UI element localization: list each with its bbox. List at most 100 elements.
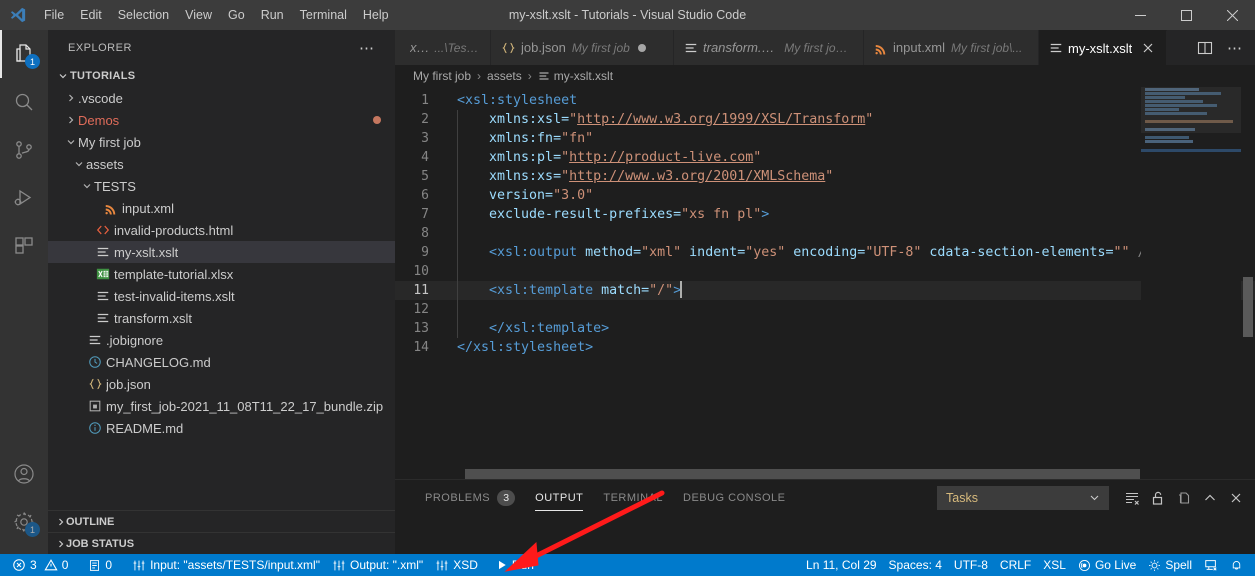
menu-help[interactable]: Help	[355, 0, 397, 30]
split-editor-icon[interactable]	[1193, 36, 1217, 60]
tree-root-header[interactable]: TUTORIALS	[48, 65, 395, 87]
editor-tab[interactable]: input.xmlMy first job\...	[864, 30, 1039, 65]
menu-selection[interactable]: Selection	[110, 0, 177, 30]
output-content[interactable]	[395, 515, 1255, 554]
close-button[interactable]	[1209, 0, 1255, 30]
status-indentation[interactable]: Spaces: 4	[883, 554, 948, 576]
editor-tab[interactable]: my-xslt.xslt	[1039, 30, 1167, 65]
status-notifications[interactable]	[1224, 554, 1249, 576]
tree-item[interactable]: my-xslt.xslt	[48, 241, 395, 263]
menu-edit[interactable]: Edit	[72, 0, 110, 30]
code-line[interactable]: 5 xmlns:xs="http://www.w3.org/2001/XMLSc…	[395, 167, 1255, 186]
clear-output-icon[interactable]	[1121, 487, 1143, 509]
breadcrumb-item-2[interactable]: my-xslt.xslt	[538, 69, 613, 83]
code-line[interactable]: 10	[395, 262, 1255, 281]
status-language-mode[interactable]: XSL	[1037, 554, 1072, 576]
tree-item[interactable]: TESTS	[48, 175, 395, 197]
code-line[interactable]: 3 xmlns:fn="fn"	[395, 129, 1255, 148]
status-encoding[interactable]: UTF-8	[948, 554, 994, 576]
output-channel-select[interactable]: Tasks	[937, 486, 1109, 510]
tree-item[interactable]: .vscode	[48, 87, 395, 109]
status-remote-window[interactable]	[1198, 554, 1224, 576]
activity-source-control[interactable]	[0, 126, 48, 174]
panel-tab-problems[interactable]: PROBLEMS 3	[415, 480, 525, 515]
tree-item[interactable]: test-invalid-items.xslt	[48, 285, 395, 307]
code-line[interactable]: 9 <xsl:output method="xml" indent="yes" …	[395, 243, 1255, 262]
activity-search[interactable]	[0, 78, 48, 126]
menu-go[interactable]: Go	[220, 0, 253, 30]
maximize-button[interactable]	[1163, 0, 1209, 30]
panel-tab-terminal[interactable]: TERMINAL	[593, 480, 673, 515]
minimap-slider[interactable]	[1141, 87, 1241, 133]
tree-item[interactable]: CHANGELOG.md	[48, 351, 395, 373]
panel-tab-output[interactable]: OUTPUT	[525, 480, 593, 515]
close-icon[interactable]	[1140, 40, 1156, 56]
ellipsis-icon[interactable]: ⋯	[359, 39, 375, 57]
code-line[interactable]: 4 xmlns:pl="http://product-live.com"	[395, 148, 1255, 167]
tree-item[interactable]: .jobignore	[48, 329, 395, 351]
chevron-up-icon[interactable]	[1199, 487, 1221, 509]
code-line[interactable]: 7 exclude-result-prefixes="xs fn pl">	[395, 205, 1255, 224]
section-outline[interactable]: OUTLINE	[48, 510, 395, 532]
status-job-output[interactable]: Output: ".xml"	[326, 554, 429, 576]
breadcrumb-item-0[interactable]: My first job	[413, 69, 471, 83]
tree-item[interactable]: job.json	[48, 373, 395, 395]
menu-file[interactable]: File	[36, 0, 72, 30]
activity-run-and-debug[interactable]	[0, 174, 48, 222]
tree-item[interactable]: input.xml	[48, 197, 395, 219]
breadcrumb-item-1[interactable]: assets	[487, 69, 522, 83]
scrollbar-thumb[interactable]	[465, 469, 1140, 479]
unlock-icon[interactable]	[1147, 487, 1169, 509]
tree-item[interactable]: Demos	[48, 109, 395, 131]
chevron-down-icon[interactable]	[72, 159, 86, 169]
status-job-xsd[interactable]: XSD	[429, 554, 484, 576]
editor-tab[interactable]: transform.xsltMy first job\...	[674, 30, 864, 65]
status-problems[interactable]: 3 0	[6, 554, 74, 576]
code-line[interactable]: 1<xsl:stylesheet	[395, 91, 1255, 110]
code-line[interactable]: 11 <xsl:template match="/">	[395, 281, 1255, 300]
minimize-button[interactable]	[1117, 0, 1163, 30]
chevron-down-icon[interactable]	[80, 181, 94, 191]
code-line[interactable]: 6 version="3.0"	[395, 186, 1255, 205]
tree-item[interactable]: My first job	[48, 131, 395, 153]
tree-item[interactable]: assets	[48, 153, 395, 175]
code-line[interactable]: 12	[395, 300, 1255, 319]
scrollbar-thumb[interactable]	[1243, 277, 1253, 337]
chevron-right-icon[interactable]	[64, 115, 78, 125]
chevron-right-icon[interactable]	[64, 93, 78, 103]
tree-item[interactable]: my_first_job-2021_11_08T11_22_17_bundle.…	[48, 395, 395, 417]
status-cursor-position[interactable]: Ln 11, Col 29	[800, 554, 883, 576]
status-ports[interactable]: 0	[82, 554, 118, 576]
menu-view[interactable]: View	[177, 0, 220, 30]
editor-tab[interactable]: xslt...\Test\...	[395, 30, 491, 65]
status-go-live[interactable]: Go Live	[1072, 554, 1142, 576]
status-job-input[interactable]: Input: "assets/TESTS/input.xml"	[126, 554, 326, 576]
code-line[interactable]: 8	[395, 224, 1255, 243]
activity-manage[interactable]: 1	[0, 498, 48, 546]
minimap[interactable]	[1141, 87, 1241, 469]
tree-item[interactable]: transform.xslt	[48, 307, 395, 329]
tree-item[interactable]: template-tutorial.xlsx	[48, 263, 395, 285]
ellipsis-icon[interactable]: ⋯	[1223, 36, 1247, 60]
editor-horizontal-scrollbar[interactable]	[395, 469, 1255, 479]
code-line[interactable]: 13 </xsl:template>	[395, 319, 1255, 338]
menu-run[interactable]: Run	[253, 0, 292, 30]
status-spell-checker[interactable]: Spell	[1142, 554, 1198, 576]
code-line[interactable]: 14</xsl:stylesheet>	[395, 338, 1255, 357]
menu-terminal[interactable]: Terminal	[292, 0, 355, 30]
open-editor-icon[interactable]	[1173, 487, 1195, 509]
chevron-down-icon[interactable]	[64, 137, 78, 147]
activity-explorer[interactable]: 1	[0, 30, 48, 78]
editor-tab[interactable]: job.jsonMy first job	[491, 30, 674, 65]
activity-extensions[interactable]	[0, 222, 48, 270]
editor-vertical-scrollbar[interactable]	[1241, 87, 1255, 469]
status-run[interactable]: Run	[490, 554, 540, 576]
section-job-status[interactable]: JOB STATUS	[48, 532, 395, 554]
code-line[interactable]: 2 xmlns:xsl="http://www.w3.org/1999/XSL/…	[395, 110, 1255, 129]
activity-accounts[interactable]	[0, 450, 48, 498]
tree-item[interactable]: invalid-products.html	[48, 219, 395, 241]
panel-tab-debug-console[interactable]: DEBUG CONSOLE	[673, 480, 795, 515]
code-editor[interactable]: 1<xsl:stylesheet2 xmlns:xsl="http://www.…	[395, 87, 1255, 469]
tree-item[interactable]: README.md	[48, 417, 395, 439]
close-icon[interactable]	[1225, 487, 1247, 509]
